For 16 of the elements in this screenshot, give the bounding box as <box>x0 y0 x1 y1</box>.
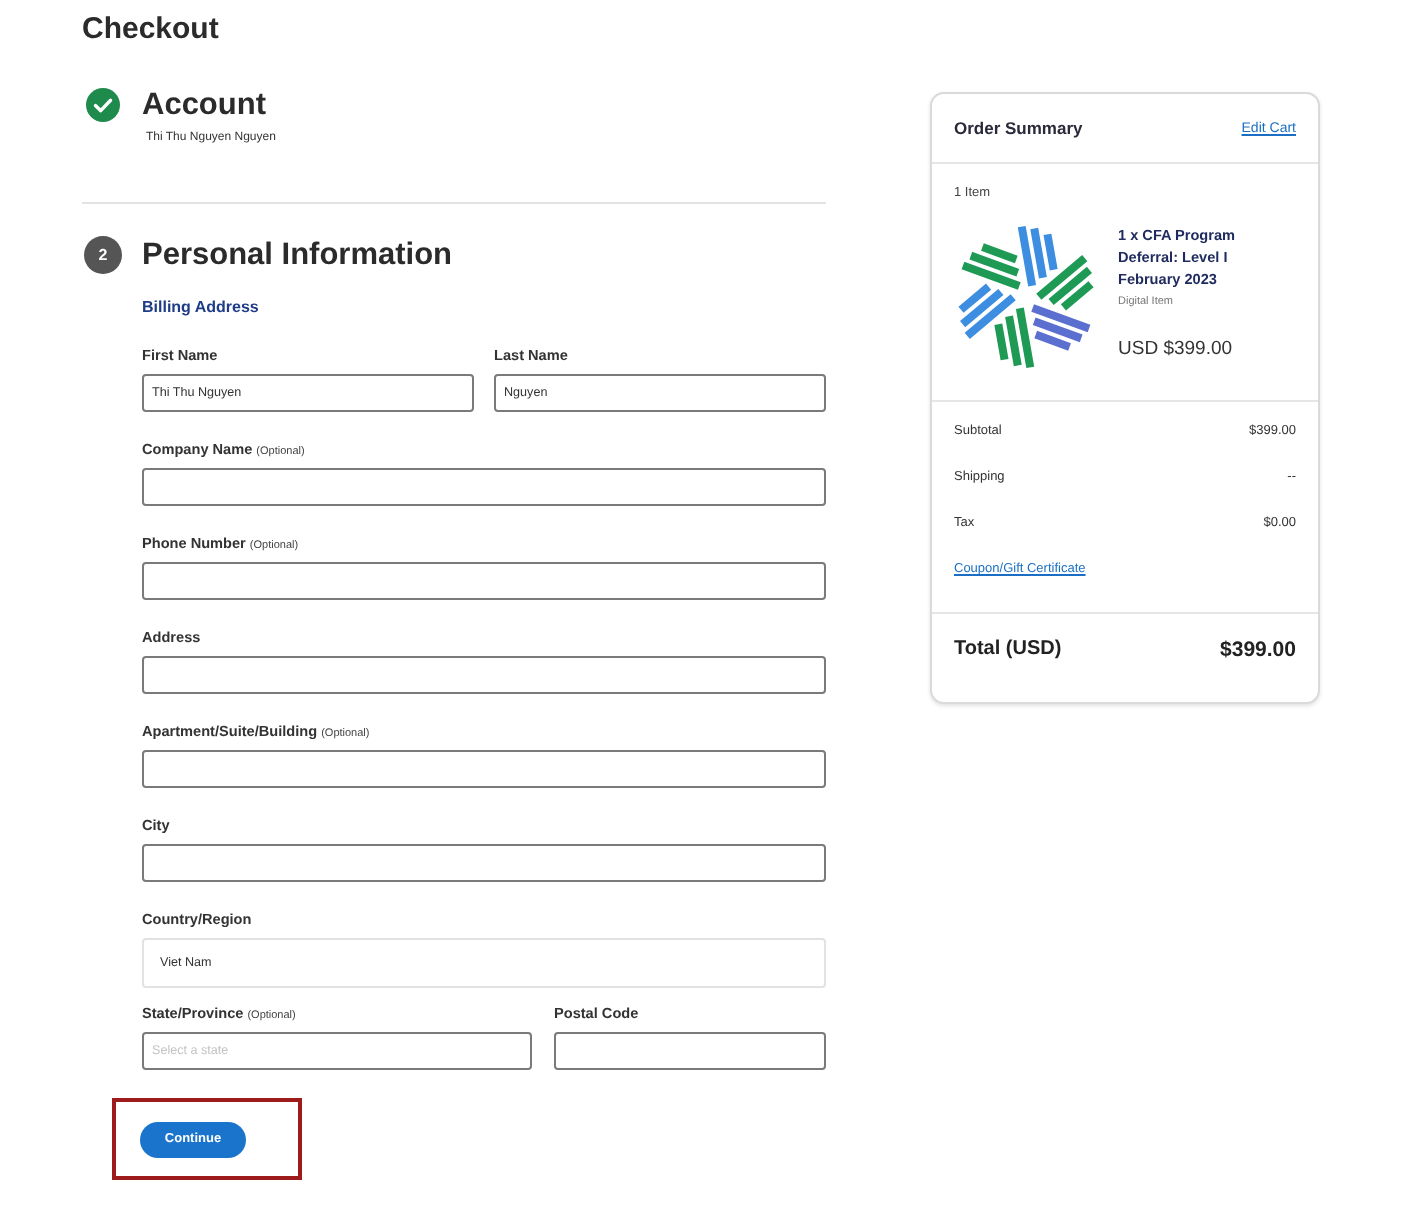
input-field[interactable] <box>142 844 826 882</box>
input-field[interactable] <box>554 1032 826 1070</box>
step-number: 2 <box>84 236 122 274</box>
step-title: Account <box>142 86 266 124</box>
grand-total-label: Total (USD) <box>954 636 1062 664</box>
card-title: Order Summary <box>954 118 1083 138</box>
page-title: Checkout <box>82 10 219 50</box>
input-field[interactable] <box>142 750 826 788</box>
input-field[interactable] <box>142 562 826 600</box>
section-heading: Billing Address <box>142 298 259 318</box>
input-field[interactable] <box>142 656 826 694</box>
step-title: Personal Information <box>142 236 453 274</box>
grand-total-value: $399.00 <box>1220 636 1296 664</box>
striped-pinwheel-icon <box>954 224 1098 370</box>
input-field[interactable] <box>142 468 826 506</box>
product-price: USD $399.00 <box>1118 336 1233 364</box>
